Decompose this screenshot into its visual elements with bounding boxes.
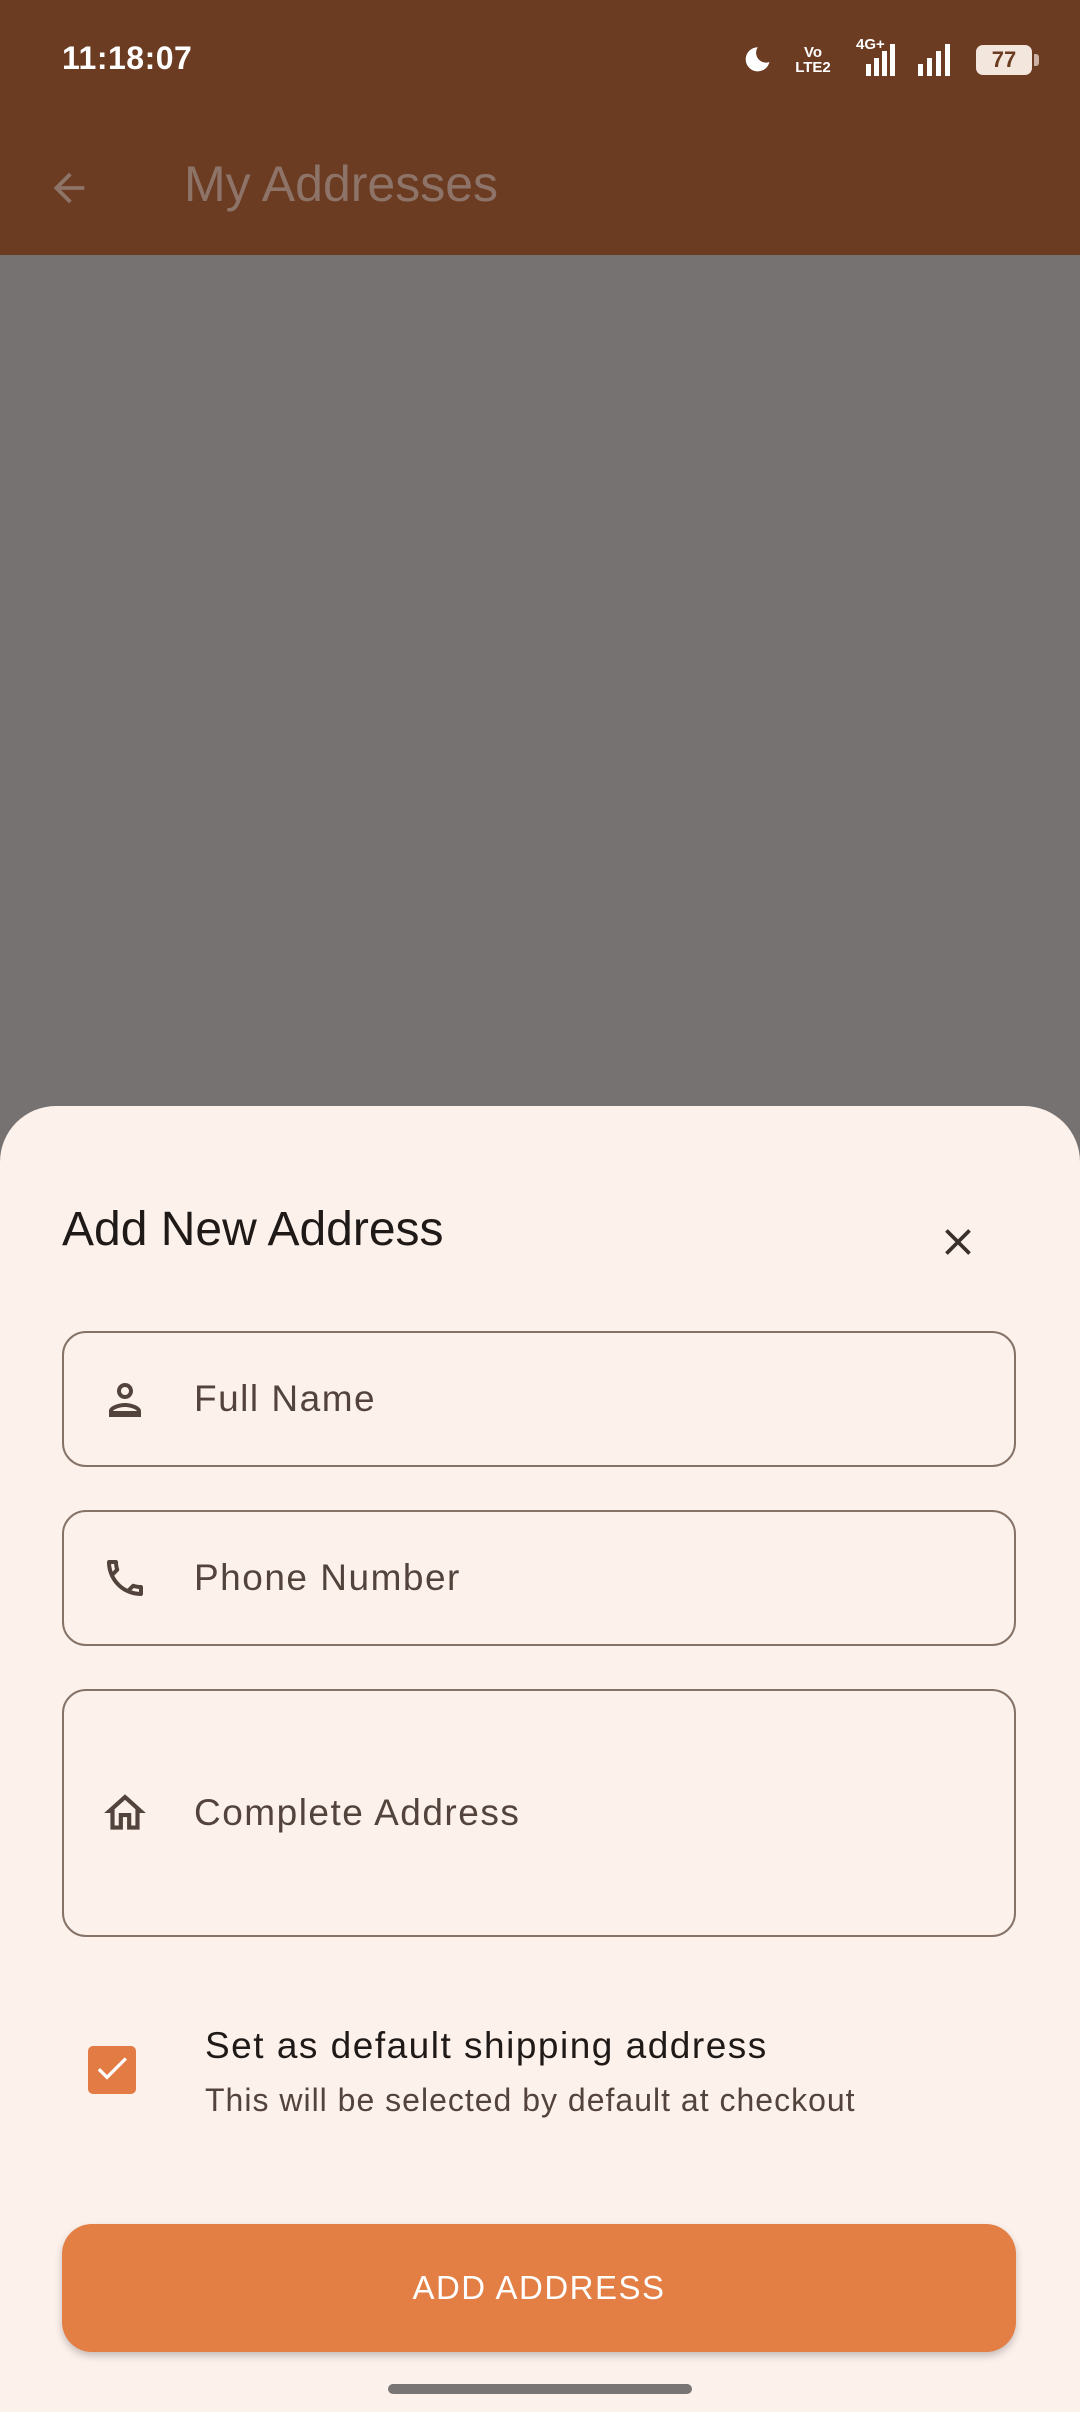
full-name-field[interactable]: [62, 1331, 1016, 1467]
signal-icon: [916, 42, 958, 78]
add-address-sheet: Add New Address Set as default shipping …: [0, 1106, 1080, 2412]
page-title: My Addresses: [184, 156, 499, 212]
battery-icon: 77: [976, 45, 1039, 75]
close-icon: [936, 1220, 980, 1269]
arrow-left-icon: [46, 165, 92, 216]
status-time: 11:18:07: [62, 40, 193, 76]
status-icons: Vo LTE2 4G+ 77: [740, 36, 1039, 82]
checkmark-icon: [92, 2048, 132, 2093]
app-bar: My Addresses: [0, 125, 1080, 255]
full-name-input[interactable]: [194, 1378, 984, 1420]
signal-icon: 4G+: [852, 36, 898, 78]
add-address-button[interactable]: ADD ADDRESS: [62, 2224, 1016, 2352]
home-indicator[interactable]: [388, 2384, 692, 2394]
sheet-title: Add New Address: [62, 1203, 444, 1256]
volte-icon: Vo LTE2: [792, 45, 834, 75]
moon-icon: [740, 43, 774, 77]
status-bar: 11:18:07 Vo LTE2 4G+ 77: [0, 0, 1080, 125]
back-button[interactable]: [36, 157, 102, 223]
address-input[interactable]: [194, 1792, 984, 1834]
default-address-label[interactable]: Set as default shipping address: [205, 2025, 768, 2067]
phone-icon: [98, 1551, 152, 1605]
address-field[interactable]: [62, 1689, 1016, 1937]
close-button[interactable]: [918, 1204, 998, 1284]
network-label: Vo LTE2: [795, 44, 831, 76]
default-address-checkbox[interactable]: [88, 2046, 136, 2094]
home-icon: [98, 1786, 152, 1840]
person-icon: [98, 1372, 152, 1426]
phone-number-input[interactable]: [194, 1557, 984, 1599]
phone-number-field[interactable]: [62, 1510, 1016, 1646]
add-address-button-label: ADD ADDRESS: [412, 2269, 666, 2306]
default-address-hint: This will be selected by default at chec…: [205, 2082, 856, 2118]
network-type-label: 4G+: [856, 36, 885, 53]
battery-level: 77: [991, 47, 1017, 72]
